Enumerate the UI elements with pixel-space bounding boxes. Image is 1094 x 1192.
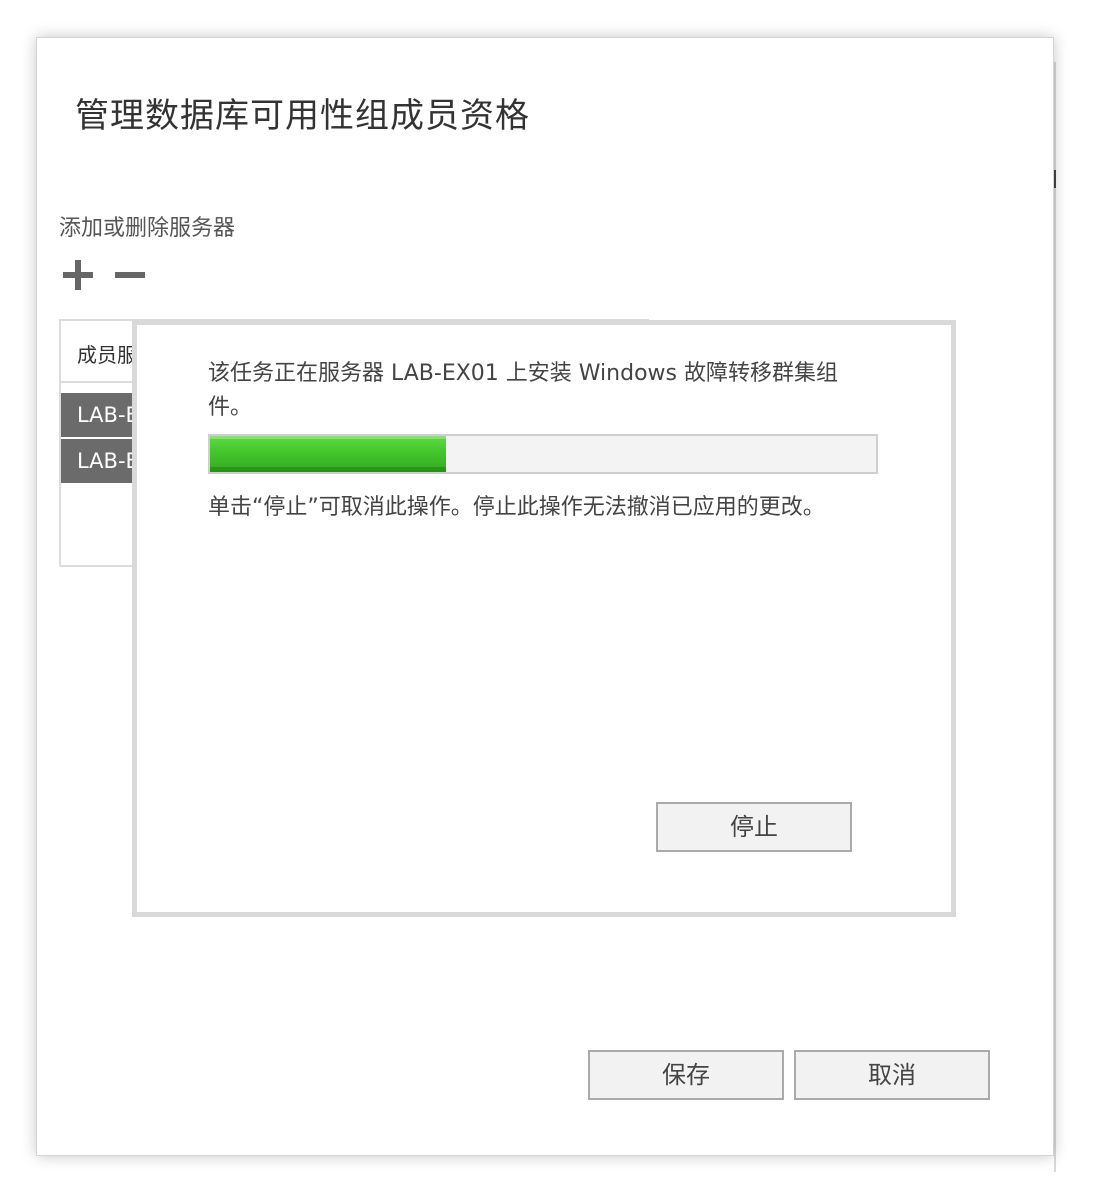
background-window-edge xyxy=(1054,62,1056,1172)
add-remove-servers-label: 添加或删除服务器 xyxy=(59,216,236,241)
progress-bar-fill xyxy=(210,436,447,472)
dialog-title: 管理数据库可用性组成员资格 xyxy=(75,96,530,136)
progress-message: 该任务正在服务器 LAB-EX01 上安装 Windows 故障转移群集组件。 xyxy=(208,361,838,420)
progress-bar xyxy=(208,434,878,474)
stop-button[interactable]: 停止 xyxy=(656,802,852,852)
page: 管理数据库可用性组成员资格 添加或删除服务器 成员服 LAB-E LAB-E 保… xyxy=(0,0,1094,1192)
cancel-button[interactable]: 取消 xyxy=(794,1050,990,1100)
plus-icon[interactable] xyxy=(61,258,95,292)
progress-hint: 单击“停止”可取消此操作。停止此操作无法撤消已应用的更改。 xyxy=(208,495,825,520)
progress-modal: 该任务正在服务器 LAB-EX01 上安装 Windows 故障转移群集组件。 … xyxy=(132,320,956,917)
save-button[interactable]: 保存 xyxy=(588,1050,784,1100)
minus-icon[interactable] xyxy=(113,258,147,292)
